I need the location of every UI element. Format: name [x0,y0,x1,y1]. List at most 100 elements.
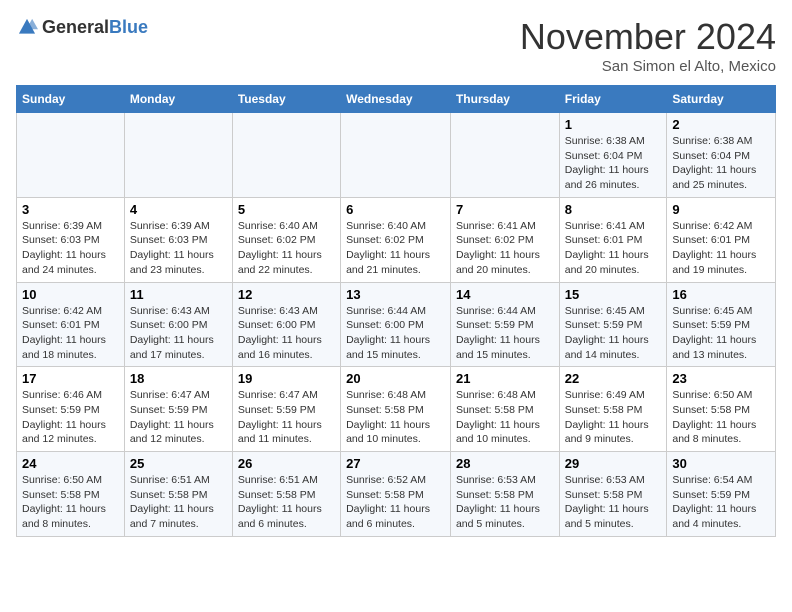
day-number: 4 [130,202,227,217]
table-row: 26Sunrise: 6:51 AM Sunset: 5:58 PM Dayli… [232,452,340,537]
table-row: 5 Sunrise: 6:40 AM Sunset: 6:02 PM Daylig… [232,197,340,282]
day-number: 5 [238,202,335,217]
day-info: Sunrise: 6:48 AM Sunset: 5:58 PM Dayligh… [456,388,554,447]
day-number: 30 [672,456,770,471]
day-info: Sunrise: 6:44 AM Sunset: 6:00 PM Dayligh… [346,304,445,363]
table-row [232,113,340,198]
day-info: Sunrise: 6:40 AM Sunset: 6:02 PM Dayligh… [346,219,445,278]
day-number: 18 [130,371,227,386]
table-row: 25 Sunrise: 6:51 AM Sunset: 5:58 PM Dayli… [124,452,232,537]
day-info: Sunrise: 6:39 AM Sunset: 6:03 PM Dayligh… [22,219,119,278]
table-row [124,113,232,198]
day-info: Sunrise: 6:52 AM Sunset: 5:58 PM Dayligh… [346,473,445,532]
table-row: 13Sunrise: 6:44 AM Sunset: 6:00 PM Dayli… [341,282,451,367]
calendar-table: Sunday Monday Tuesday Wednesday Thursday… [16,85,776,537]
table-row: 20Sunrise: 6:48 AM Sunset: 5:58 PM Dayli… [341,367,451,452]
day-number: 19 [238,371,335,386]
calendar-week-row: 17 Sunrise: 6:46 AM Sunset: 5:59 PM Dayli… [17,367,776,452]
day-info: Sunrise: 6:53 AM Sunset: 5:58 PM Dayligh… [456,473,554,532]
day-number: 11 [130,287,227,302]
day-info: Sunrise: 6:45 AM Sunset: 5:59 PM Dayligh… [672,304,770,363]
day-info: Sunrise: 6:42 AM Sunset: 6:01 PM Dayligh… [22,304,119,363]
day-number: 3 [22,202,119,217]
month-title: November 2024 [520,16,776,58]
col-monday: Monday [124,86,232,113]
calendar-week-row: 1 Sunrise: 6:38 AM Sunset: 6:04 PM Daylig… [17,113,776,198]
table-row: 12 Sunrise: 6:43 AM Sunset: 6:00 PM Dayli… [232,282,340,367]
table-row: 3 Sunrise: 6:39 AM Sunset: 6:03 PM Daylig… [17,197,125,282]
day-info: Sunrise: 6:47 AM Sunset: 5:59 PM Dayligh… [238,388,335,447]
table-row: 18Sunrise: 6:47 AM Sunset: 5:59 PM Dayli… [124,367,232,452]
table-row: 21 Sunrise: 6:48 AM Sunset: 5:58 PM Dayli… [450,367,559,452]
day-info: Sunrise: 6:49 AM Sunset: 5:58 PM Dayligh… [565,388,662,447]
day-info: Sunrise: 6:50 AM Sunset: 5:58 PM Dayligh… [22,473,119,532]
day-number: 14 [456,287,554,302]
table-row: 15 Sunrise: 6:45 AM Sunset: 5:59 PM Dayli… [559,282,667,367]
day-number: 1 [565,117,662,132]
day-number: 8 [565,202,662,217]
day-number: 9 [672,202,770,217]
table-row [450,113,559,198]
day-info: Sunrise: 6:53 AM Sunset: 5:58 PM Dayligh… [565,473,662,532]
day-info: Sunrise: 6:54 AM Sunset: 5:59 PM Dayligh… [672,473,770,532]
table-row: 9Sunrise: 6:42 AM Sunset: 6:01 PM Daylig… [667,197,776,282]
table-row: 28 Sunrise: 6:53 AM Sunset: 5:58 PM Dayli… [450,452,559,537]
table-row [341,113,451,198]
col-thursday: Thursday [450,86,559,113]
day-number: 10 [22,287,119,302]
table-row [17,113,125,198]
day-number: 29 [565,456,662,471]
col-tuesday: Tuesday [232,86,340,113]
day-info: Sunrise: 6:38 AM Sunset: 6:04 PM Dayligh… [672,134,770,193]
day-number: 27 [346,456,445,471]
day-number: 15 [565,287,662,302]
day-number: 25 [130,456,227,471]
logo-icon [16,16,38,38]
day-info: Sunrise: 6:43 AM Sunset: 6:00 PM Dayligh… [130,304,227,363]
calendar-week-row: 24 Sunrise: 6:50 AM Sunset: 5:58 PM Dayli… [17,452,776,537]
calendar-header-row: Sunday Monday Tuesday Wednesday Thursday… [17,86,776,113]
table-row: 30 Sunrise: 6:54 AM Sunset: 5:59 PM Dayli… [667,452,776,537]
day-number: 22 [565,371,662,386]
table-row: 11 Sunrise: 6:43 AM Sunset: 6:00 PM Dayli… [124,282,232,367]
page-header: GeneralBlue November 2024 San Simon el A… [16,16,776,75]
day-info: Sunrise: 6:41 AM Sunset: 6:02 PM Dayligh… [456,219,554,278]
col-friday: Friday [559,86,667,113]
day-info: Sunrise: 6:43 AM Sunset: 6:00 PM Dayligh… [238,304,335,363]
day-number: 12 [238,287,335,302]
day-info: Sunrise: 6:40 AM Sunset: 6:02 PM Dayligh… [238,219,335,278]
day-info: Sunrise: 6:45 AM Sunset: 5:59 PM Dayligh… [565,304,662,363]
day-number: 23 [672,371,770,386]
day-info: Sunrise: 6:38 AM Sunset: 6:04 PM Dayligh… [565,134,662,193]
table-row: 4Sunrise: 6:39 AM Sunset: 6:03 PM Daylig… [124,197,232,282]
day-number: 21 [456,371,554,386]
table-row: 10 Sunrise: 6:42 AM Sunset: 6:01 PM Dayli… [17,282,125,367]
table-row: 17 Sunrise: 6:46 AM Sunset: 5:59 PM Dayli… [17,367,125,452]
day-info: Sunrise: 6:51 AM Sunset: 5:58 PM Dayligh… [238,473,335,532]
day-number: 16 [672,287,770,302]
col-saturday: Saturday [667,86,776,113]
day-number: 20 [346,371,445,386]
col-wednesday: Wednesday [341,86,451,113]
day-number: 7 [456,202,554,217]
table-row: 19 Sunrise: 6:47 AM Sunset: 5:59 PM Dayli… [232,367,340,452]
day-info: Sunrise: 6:51 AM Sunset: 5:58 PM Dayligh… [130,473,227,532]
day-number: 17 [22,371,119,386]
col-sunday: Sunday [17,86,125,113]
table-row: 1 Sunrise: 6:38 AM Sunset: 6:04 PM Daylig… [559,113,667,198]
table-row: 29 Sunrise: 6:53 AM Sunset: 5:58 PM Dayli… [559,452,667,537]
table-row: 27 Sunrise: 6:52 AM Sunset: 5:58 PM Dayli… [341,452,451,537]
table-row: 23Sunrise: 6:50 AM Sunset: 5:58 PM Dayli… [667,367,776,452]
day-number: 24 [22,456,119,471]
table-row: 8Sunrise: 6:41 AM Sunset: 6:01 PM Daylig… [559,197,667,282]
table-row: 7 Sunrise: 6:41 AM Sunset: 6:02 PM Daylig… [450,197,559,282]
calendar-week-row: 3 Sunrise: 6:39 AM Sunset: 6:03 PM Daylig… [17,197,776,282]
day-info: Sunrise: 6:46 AM Sunset: 5:59 PM Dayligh… [22,388,119,447]
day-number: 28 [456,456,554,471]
logo: GeneralBlue [16,16,148,38]
day-number: 6 [346,202,445,217]
logo-general: GeneralBlue [42,17,148,38]
day-info: Sunrise: 6:44 AM Sunset: 5:59 PM Dayligh… [456,304,554,363]
calendar-week-row: 10 Sunrise: 6:42 AM Sunset: 6:01 PM Dayli… [17,282,776,367]
table-row: 6 Sunrise: 6:40 AM Sunset: 6:02 PM Daylig… [341,197,451,282]
